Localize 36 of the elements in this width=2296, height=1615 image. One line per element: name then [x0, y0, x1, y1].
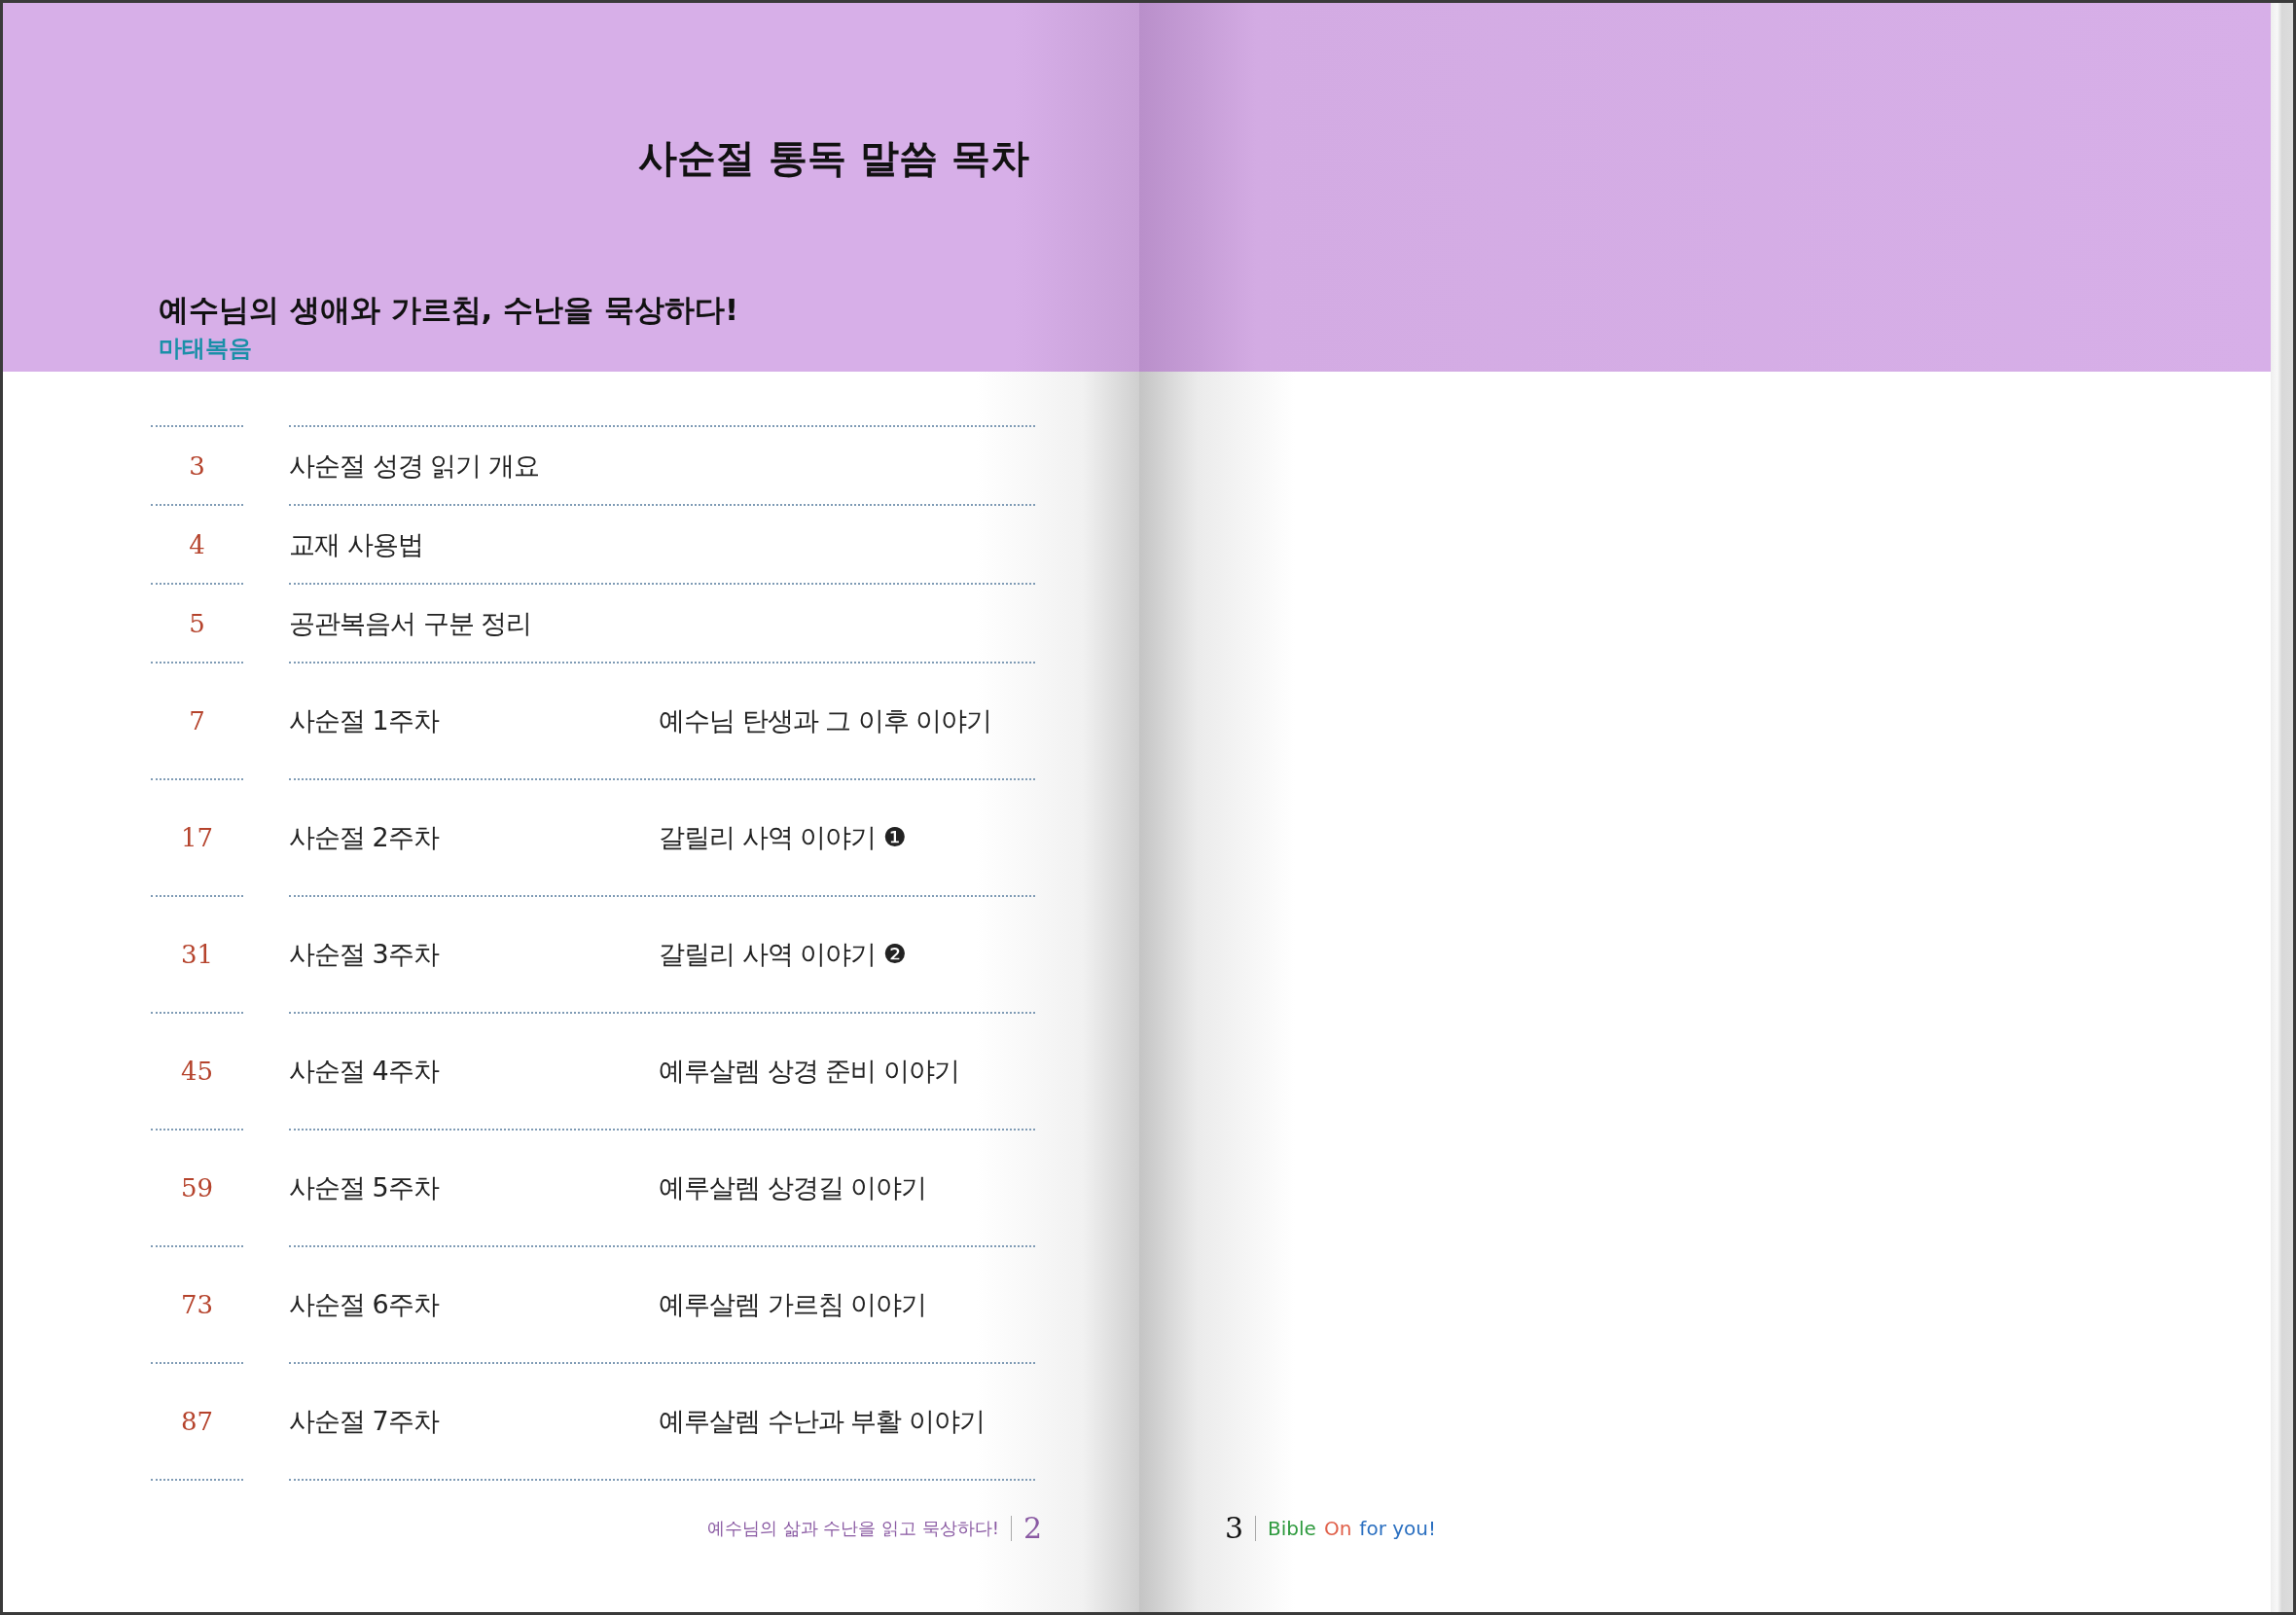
entry-topic[interactable]: 갈릴리 사역 이야기 ❶ — [659, 820, 906, 855]
entry-title[interactable]: 사순절 2주차 — [289, 820, 659, 855]
folio: 2 — [1022, 1511, 1042, 1545]
entry-topic[interactable]: 예수님 탄생과 그 이후 이야기 — [659, 703, 992, 738]
page-number[interactable]: 73 — [180, 1290, 214, 1319]
entry-topic[interactable]: 예루살렘 상경 준비 이야기 — [659, 1054, 959, 1089]
page-number[interactable]: 31 — [180, 940, 214, 969]
entry-title[interactable]: 사순절 성경 읽기 개요 — [289, 448, 539, 484]
brand-word: Bible — [1268, 1516, 1316, 1540]
brand-word: for you! — [1359, 1516, 1436, 1540]
page-number[interactable]: 4 — [189, 529, 205, 559]
entry-title[interactable]: 교재 사용법 — [289, 526, 423, 562]
entry-topic[interactable]: 예루살렘 상경길 이야기 — [659, 1170, 927, 1205]
entry-title[interactable]: 사순절 1주차 — [289, 703, 659, 738]
entry-topic[interactable]: 예루살렘 가르침 이야기 — [659, 1287, 927, 1322]
page-number[interactable]: 7 — [189, 706, 205, 736]
entry-title[interactable]: 공관복음서 구분 정리 — [289, 605, 532, 641]
page-number[interactable]: 5 — [189, 608, 205, 638]
entry-title[interactable]: 사순절 3주차 — [289, 937, 659, 972]
entry-title[interactable]: 사순절 7주차 — [289, 1404, 659, 1439]
entry-title[interactable]: 사순절 5주차 — [289, 1170, 659, 1205]
folio: 3 — [1225, 1511, 1244, 1545]
entry-topic[interactable]: 갈릴리 사역 이야기 ❷ — [659, 937, 906, 972]
page-title: 사순절 통독 말씀 목차 — [638, 134, 1029, 182]
brand-word: On — [1323, 1516, 1352, 1540]
entry-topic[interactable]: 예루살렘 수난과 부활 이야기 — [659, 1404, 985, 1439]
page-number[interactable]: 59 — [180, 1173, 214, 1202]
running-footer: 예수님의 삶과 수난을 읽고 묵상하다! — [706, 1516, 999, 1540]
entry-title[interactable]: 사순절 6주차 — [289, 1287, 659, 1322]
entry-title[interactable]: 사순절 4주차 — [289, 1054, 659, 1089]
page-number[interactable]: 45 — [180, 1057, 214, 1086]
page-number[interactable]: 17 — [180, 823, 214, 852]
book-name: 마태복음 — [159, 334, 252, 364]
page-number[interactable]: 3 — [189, 450, 205, 481]
page-number[interactable]: 87 — [180, 1407, 214, 1436]
subtitle: 예수님의 생애와 가르침, 수난을 묵상하다! — [159, 291, 740, 329]
